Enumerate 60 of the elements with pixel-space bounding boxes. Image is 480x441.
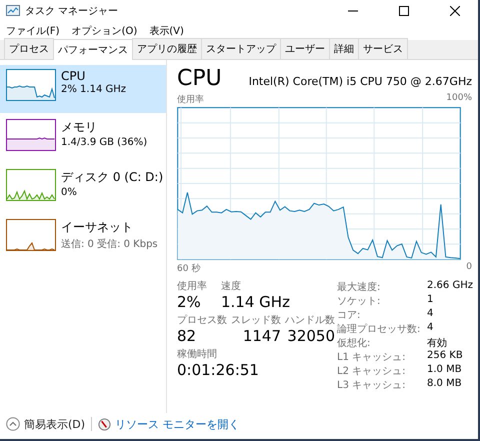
panel-title: CPU	[177, 66, 222, 91]
stat-value: 1147	[242, 327, 281, 345]
spec-value: 4	[427, 322, 434, 335]
axis-label: 使用率	[177, 94, 204, 106]
menu-item[interactable]: 表示(V)	[149, 24, 184, 38]
sidebar-item[interactable]: メモリ 1.4/3.9 GB (36%)	[0, 115, 166, 163]
resource-name: ディスク 0 (C: D:)	[61, 169, 164, 186]
stat-label: 使用率	[177, 280, 207, 293]
resource-detail: 1.4/3.9 GB (36%)	[61, 137, 148, 148]
spec-value: 1	[427, 294, 434, 307]
spec-value: 8.0 MB	[427, 378, 463, 391]
stat-label: ハンドル数	[285, 314, 335, 327]
stat-value: 2%	[177, 293, 202, 311]
close-icon	[450, 6, 460, 16]
stat-value: 1.14 GHz	[221, 293, 290, 311]
axis-label: 60 秒	[177, 262, 200, 275]
axis-label: 0	[466, 262, 472, 274]
spec-label: 仮想化:	[337, 336, 372, 350]
stat-value: 82	[177, 327, 196, 345]
stat-label: スレッド数	[231, 314, 281, 327]
menu-item[interactable]: ファイル(F)	[6, 24, 60, 38]
resource-monitor-link[interactable]: リソース モニターを開く	[98, 416, 240, 432]
spec-value: 2.66 GHz	[427, 280, 473, 293]
gauge-icon	[98, 418, 112, 430]
spec-label: 論理プロセッサ数:	[337, 322, 422, 336]
spec-value: 有効	[427, 336, 448, 350]
stat-value: 32050	[287, 327, 335, 345]
axis-label: 100%	[446, 93, 472, 105]
menu-item[interactable]: オプション(O)	[72, 24, 138, 38]
tab[interactable]: プロセス	[4, 38, 54, 59]
spec-value: 1.0 MB	[427, 364, 463, 377]
resource-detail: 0%	[61, 187, 78, 198]
resource-detail: 2% 1.14 GHz	[61, 84, 126, 95]
resource-detail: 送信: 0 受信: 0 Kbps	[61, 238, 158, 251]
sidebar-item[interactable]: イーサネット 送信: 0 受信: 0 Kbps	[0, 215, 166, 263]
spec-label: 最大速度:	[337, 280, 382, 294]
spec-label: ソケット:	[337, 295, 382, 308]
cpu-model: Intel(R) Core(TM) i5 CPU 750 @ 2.67GHz	[248, 75, 472, 88]
spec-label: コア:	[337, 309, 362, 322]
spec-label: L3 キャッシュ:	[337, 379, 406, 392]
spec-value: 4	[427, 308, 434, 321]
sidebar-item[interactable]: ディスク 0 (C: D:) 0%	[0, 165, 166, 213]
resource-name: メモリ	[61, 119, 98, 136]
maximize-icon	[399, 6, 409, 16]
spec-label: L2 キャッシュ:	[337, 365, 406, 378]
spec-label: L1 キャッシュ:	[337, 351, 406, 364]
tab[interactable]: サービス	[358, 38, 408, 59]
stat-label: 稼働時間	[177, 348, 218, 361]
chevron-up-icon	[6, 417, 20, 431]
stat-label: プロセス数	[177, 314, 227, 327]
stat-value: 0:01:26:51	[177, 361, 260, 379]
resource-name: CPU	[61, 69, 86, 83]
resource-name: イーサネット	[61, 219, 134, 236]
sidebar-item[interactable]: CPU 2% 1.14 GHz	[0, 65, 166, 113]
app-icon	[6, 5, 20, 17]
spec-value: 256 KB	[427, 350, 464, 363]
stat-label: 速度	[221, 280, 242, 293]
tab[interactable]: パフォーマンス	[53, 39, 133, 60]
fewer-details-button[interactable]: 簡易表示(D)	[6, 416, 86, 432]
window-title: タスク マネージャー	[25, 5, 120, 18]
